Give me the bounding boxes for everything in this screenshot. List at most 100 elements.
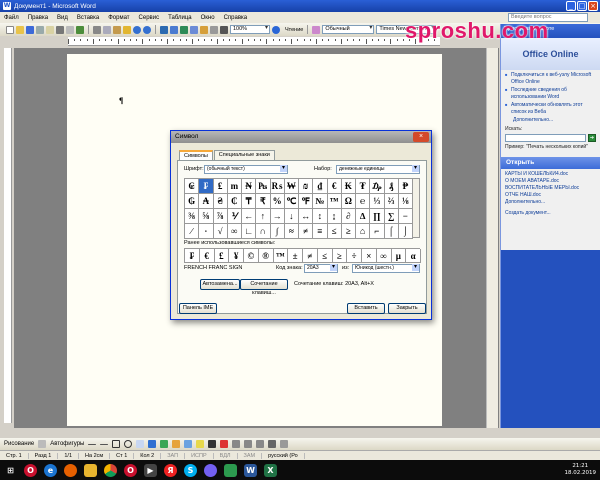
ime-pad-button[interactable]: Панель IME (179, 303, 217, 314)
symbol-cell[interactable]: Ω (341, 194, 356, 209)
symbol-cell[interactable]: ₫ (313, 179, 328, 194)
save-icon[interactable] (26, 25, 34, 34)
subset-select[interactable]: денежные единицы (336, 165, 420, 174)
symbol-cell[interactable]: № (313, 194, 328, 209)
symbol-cell[interactable]: ₪ (299, 179, 314, 194)
undo-icon[interactable] (133, 25, 141, 34)
menu-insert[interactable]: Вставка (77, 15, 99, 21)
menu-view[interactable]: Вид (57, 15, 68, 21)
symbol-cell[interactable]: ↑ (256, 209, 271, 224)
wordart-icon[interactable] (148, 440, 157, 448)
media-icon[interactable]: ▶ (144, 463, 157, 477)
redo-icon[interactable] (143, 25, 151, 34)
char-code-input[interactable]: 20A3 (304, 264, 338, 273)
close-dialog-button[interactable]: Закрыть (388, 303, 426, 314)
symbol-cell[interactable]: ℃ (284, 194, 299, 209)
clipart-icon[interactable] (172, 440, 181, 448)
excel-table-icon[interactable] (180, 25, 188, 34)
symbol-cell[interactable]: ₰ (384, 179, 399, 194)
symbol-cell[interactable]: ∑ (384, 209, 399, 224)
files-more-link[interactable]: Дополнительно... (501, 199, 600, 206)
symbol-cell[interactable]: ₭ (341, 179, 356, 194)
yandex-icon[interactable]: Я (164, 463, 177, 477)
show-hide-icon[interactable] (220, 25, 228, 34)
recent-symbol-cell[interactable]: ® (258, 249, 274, 263)
recent-symbol-cell[interactable]: α (406, 249, 421, 263)
style-select[interactable]: Обычный (322, 25, 375, 34)
word-icon[interactable]: W (244, 463, 257, 477)
symbol-cell[interactable]: ℮ (356, 194, 371, 209)
symbol-cell[interactable]: ₵ (227, 194, 242, 209)
symbol-cell[interactable]: ≥ (341, 224, 356, 239)
menu-tools[interactable]: Сервис (139, 15, 160, 21)
recent-symbol-cell[interactable]: ™ (273, 249, 289, 263)
zoom-select[interactable]: 100% (230, 25, 270, 34)
symbol-cell[interactable]: ₣ (199, 179, 214, 194)
symbol-cell[interactable]: ₦ (242, 179, 257, 194)
viber-icon[interactable] (204, 463, 217, 477)
status-ovr[interactable]: ЗАМ (238, 452, 263, 459)
symbol-cell[interactable]: ∙ (199, 224, 214, 239)
diagram-icon[interactable] (160, 440, 169, 448)
start-icon[interactable]: ⊞ (4, 464, 17, 477)
link-latest-news[interactable]: Последние сведения об использовании Word (505, 87, 596, 100)
symbol-cell[interactable]: ₮ (356, 179, 371, 194)
autocorrect-button[interactable]: Автозамена... (200, 279, 240, 290)
menu-help[interactable]: Справка (224, 15, 248, 21)
format-painter-icon[interactable] (123, 25, 131, 34)
status-rec[interactable]: ЗАП (161, 452, 186, 459)
symbol-cell[interactable]: ₩ (284, 179, 299, 194)
symbol-cell[interactable]: ₤ (213, 179, 228, 194)
recent-file[interactable]: КАРТЫ И КОШЕЛЬКИ4.doc (501, 171, 600, 178)
recent-symbol-cell[interactable]: µ (391, 249, 407, 263)
recent-file[interactable]: ОТЧЕ НАШ.doc (501, 192, 600, 199)
hyperlink-icon[interactable] (160, 25, 168, 34)
symbol-cell[interactable]: ∫ (270, 224, 285, 239)
recent-symbol-cell[interactable]: © (244, 249, 259, 263)
symbol-cell[interactable]: ≈ (284, 224, 299, 239)
symbol-cell[interactable]: ≡ (313, 224, 328, 239)
symbol-cell[interactable]: ∞ (227, 224, 242, 239)
symbol-cell[interactable]: ↨ (327, 209, 342, 224)
symbol-cell[interactable]: ⌂ (356, 224, 371, 239)
font-select[interactable]: (обычный текст) (204, 165, 288, 174)
symbol-cell[interactable]: ₴ (213, 194, 228, 209)
shortcut-key-button[interactable]: Сочетание клавиш... (240, 279, 288, 296)
symbol-cell[interactable]: ∕ (185, 224, 200, 239)
tab-special-characters[interactable]: Специальные знаки (213, 150, 275, 160)
symbol-cell[interactable]: ⅝ (199, 209, 214, 224)
drawing-icon[interactable] (200, 25, 208, 34)
symbol-cell[interactable]: ₢ (185, 179, 200, 194)
line-style-icon[interactable] (232, 440, 241, 448)
symbol-cell[interactable]: √ (213, 224, 228, 239)
open-icon[interactable] (16, 25, 24, 34)
autoshapes-menu[interactable]: Автофигуры (50, 441, 84, 447)
read-button[interactable]: Чтение (285, 27, 303, 33)
recent-symbol-cell[interactable]: ₣ (185, 249, 200, 263)
symbol-cell[interactable]: ⌡ (398, 224, 413, 239)
symbol-cell[interactable]: ₯ (370, 179, 385, 194)
recent-symbol-cell[interactable]: ≠ (303, 249, 318, 263)
symbol-grid-scrollbar[interactable] (412, 178, 420, 238)
oval-icon[interactable] (124, 440, 133, 448)
status-ext[interactable]: ВДЛ (214, 452, 238, 459)
permission-icon[interactable] (36, 25, 44, 34)
minimize-button[interactable]: _ (566, 1, 576, 11)
symbol-cell[interactable]: ⅜ (185, 209, 200, 224)
recent-symbol-cell[interactable]: × (362, 249, 377, 263)
symbol-cell[interactable]: € (327, 179, 342, 194)
vertical-scrollbar[interactable] (486, 48, 498, 428)
columns-icon[interactable] (190, 25, 198, 34)
symbol-cell[interactable]: ⌐ (370, 224, 385, 239)
print-icon[interactable] (56, 25, 64, 34)
symbol-cell[interactable]: % (270, 194, 285, 209)
opera-icon[interactable]: O (124, 463, 137, 477)
recent-symbol-cell[interactable]: ≤ (317, 249, 333, 263)
close-button[interactable]: × (588, 1, 598, 11)
recent-symbol-cell[interactable]: ∞ (376, 249, 392, 263)
cut-icon[interactable] (93, 25, 101, 34)
menu-window[interactable]: Окно (201, 15, 215, 21)
symbol-cell[interactable]: ⅞ (213, 209, 228, 224)
encoding-select[interactable]: Юникод (шестн.) (352, 264, 420, 273)
recent-symbol-cell[interactable]: ÷ (347, 249, 362, 263)
